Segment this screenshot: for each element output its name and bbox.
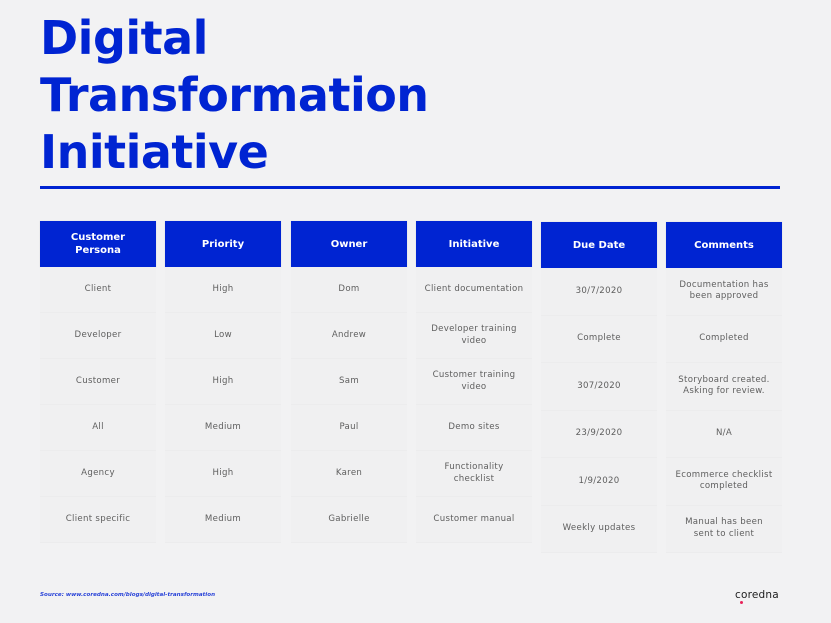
column-header: Priority [165,221,281,267]
column-header: Comments [666,222,782,268]
title-line: Transformation [40,68,429,122]
table-column: Customer Persona Client Developer Customer A… [40,221,156,543]
table-cell: N/A [666,410,782,458]
table-cell: 307/2020 [541,363,657,411]
table-column: Due Date 30/7/2020 Complete 307/2020 23/9/20… [541,222,657,553]
table-cell: Documentation has been approved [666,268,782,316]
table-cell: Demo sites [416,405,532,451]
table-cell: Client documentation [416,267,532,313]
source-link[interactable]: Source: www.coredna.com/blogs/digital-tr… [40,592,215,598]
column-header: Owner [291,221,407,267]
table-cell: Manual has been sent to client [666,505,782,553]
table-cell: All [40,405,156,451]
table-cell: Developer training video [416,313,532,359]
title-divider [40,186,780,189]
table-cell: Paul [291,405,407,451]
column-header: Initiative [416,221,532,267]
page-title: Digital Transformation Initiative [40,10,429,181]
table-cell: Dom [291,267,407,313]
table-cell: Sam [291,359,407,405]
table-column: Owner Dom Andrew Sam Paul Karen Gabrielle [291,221,407,543]
table-cell: Medium [165,405,281,451]
table-cell: Gabrielle [291,497,407,543]
table-cell: Customer [40,359,156,405]
table-cell: Storyboard created. Asking for review. [666,363,782,411]
title-line: Initiative [40,125,269,179]
table-cell: Ecommerce checklist completed [666,458,782,506]
table-cell: 1/9/2020 [541,458,657,506]
title-line: Digital [40,11,208,65]
table-cell: Weekly updates [541,505,657,553]
table-cell: Complete [541,315,657,363]
table-cell: Customer training video [416,359,532,405]
table-cell: Developer [40,313,156,359]
coredna-logo: coredna [735,589,779,604]
table-cell: High [165,451,281,497]
table-cell: High [165,359,281,405]
logo-dot-icon [740,601,743,604]
table-cell: 30/7/2020 [541,268,657,316]
table-column: Initiative Client documentation Developer … [416,221,532,543]
logo-text: coredna [735,589,779,601]
column-header: Due Date [541,222,657,268]
table-cell: High [165,267,281,313]
table-cell: Karen [291,451,407,497]
table-cell: Functionality checklist [416,451,532,497]
table-cell: Andrew [291,313,407,359]
table-cell: Customer manual [416,497,532,543]
column-header: Customer Persona [40,221,156,267]
table-cell: Medium [165,497,281,543]
table-cell: Completed [666,315,782,363]
table-cell: Low [165,313,281,359]
table-cell: Client specific [40,497,156,543]
table-column: Priority High Low High Medium High Medium [165,221,281,543]
table-cell: Client [40,267,156,313]
table-cell: 23/9/2020 [541,410,657,458]
table-cell: Agency [40,451,156,497]
table-column: Comments Documentation has been approved C… [666,222,782,553]
